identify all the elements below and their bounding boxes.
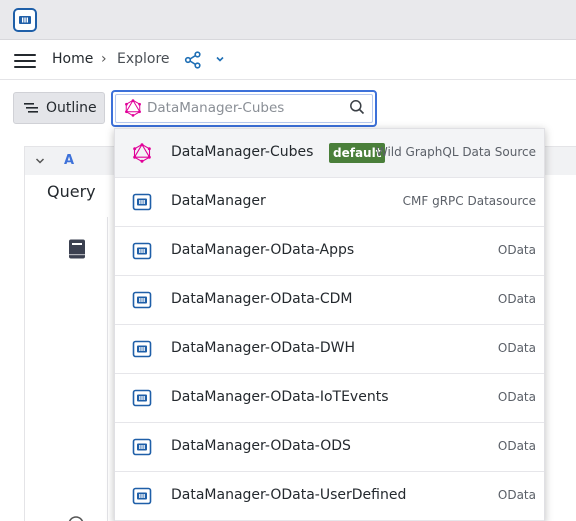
share-icon[interactable] — [184, 51, 202, 69]
nav-bar: Home › Explore — [0, 40, 576, 80]
datasource-option[interactable]: DataManager CMF gRPC Datasource — [115, 178, 544, 227]
datasource-option[interactable]: DataManager-OData-IoTEvents OData — [115, 374, 544, 423]
datasource-option-name: DataManager — [171, 193, 266, 209]
top-bar — [0, 0, 576, 40]
graphql-icon — [125, 99, 141, 117]
history-icon[interactable] — [67, 515, 85, 521]
cmf-icon — [132, 290, 152, 310]
datasource-option-name: DataManager-OData-DWH — [171, 340, 355, 356]
datasource-option-name: DataManager-OData-ODS — [171, 438, 351, 454]
cmf-icon — [132, 486, 152, 506]
breadcrumb-separator: › — [101, 51, 107, 67]
datasource-option[interactable]: DataManager-OData-ODS OData — [115, 423, 544, 472]
breadcrumb-home[interactable]: Home — [52, 51, 93, 67]
datasource-option-type: OData — [497, 439, 536, 453]
collapse-chevron-icon[interactable] — [35, 157, 45, 165]
cmf-icon — [132, 241, 152, 261]
datasource-picker[interactable] — [111, 90, 377, 127]
outline-button[interactable]: Outline — [13, 92, 105, 124]
cmf-icon — [132, 192, 152, 212]
datasource-option-type: OData — [497, 292, 536, 306]
breadcrumb-current: Explore — [117, 51, 170, 67]
datasource-option[interactable]: DataManager-OData-UserDefined OData — [115, 472, 544, 521]
app-logo-icon[interactable] — [13, 8, 37, 32]
datasource-option[interactable]: DataManager-OData-DWH OData — [115, 325, 544, 374]
search-icon[interactable] — [349, 99, 365, 115]
datasource-option[interactable]: DataManager-OData-CDM OData — [115, 276, 544, 325]
cmf-icon — [132, 339, 152, 359]
datasource-option-name: DataManager-OData-IoTEvents — [171, 389, 389, 405]
menu-icon[interactable] — [14, 54, 36, 68]
datasource-dropdown: DataManager-Cubes default Wild GraphQL Dat… — [114, 128, 545, 521]
datasource-option-name: DataManager-OData-UserDefined — [171, 487, 407, 503]
query-tab[interactable]: Query — [47, 182, 96, 201]
outline-button-label: Outline — [46, 100, 97, 116]
datasource-option-type: OData — [497, 341, 536, 355]
datasource-option-type: Wild GraphQL Data Source — [375, 145, 536, 159]
datasource-search-input[interactable] — [147, 98, 337, 118]
datasource-option[interactable]: DataManager-Cubes default Wild GraphQL Dat… — [115, 129, 544, 178]
cmf-icon — [132, 437, 152, 457]
datasource-option-type: OData — [497, 390, 536, 404]
datasource-option-name: DataManager-OData-Apps — [171, 242, 355, 258]
query-name[interactable]: A — [64, 153, 74, 168]
chevron-down-icon[interactable] — [214, 53, 226, 65]
graphql-icon — [132, 143, 152, 163]
datasource-option-name: DataManager-OData-CDM — [171, 291, 353, 307]
datasource-option-type: CMF gRPC Datasource — [402, 194, 536, 208]
side-divider — [107, 217, 108, 521]
datasource-option-type: OData — [497, 488, 536, 502]
cmf-icon — [132, 388, 152, 408]
datasource-option-name: DataManager-Cubes — [171, 144, 314, 160]
datasource-option[interactable]: DataManager-OData-Apps OData — [115, 227, 544, 276]
book-icon[interactable] — [68, 239, 86, 259]
datasource-option-type: OData — [497, 243, 536, 257]
outline-list-icon — [24, 103, 38, 113]
